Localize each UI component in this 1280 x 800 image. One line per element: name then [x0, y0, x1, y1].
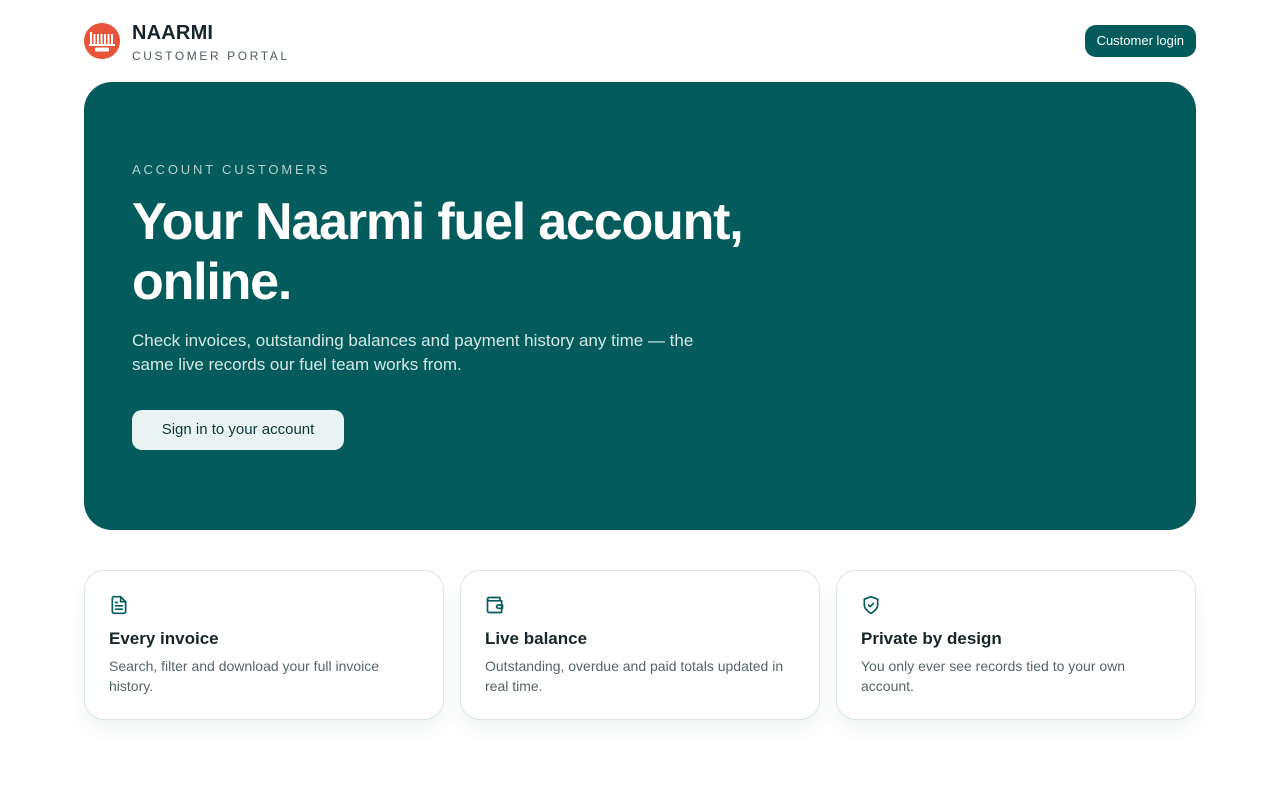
logo-graphic	[84, 23, 120, 59]
feature-description: Outstanding, overdue and paid totals upd…	[485, 658, 784, 694]
brand-subtitle: CUSTOMER PORTAL	[132, 49, 290, 63]
brand-name: NAARMI	[132, 22, 214, 44]
feature-card-privacy: Private by design You only ever see reco…	[836, 570, 1196, 720]
feature-description: Search, filter and download your full in…	[109, 658, 380, 694]
feature-cards: Every invoice Search, filter and downloa…	[84, 570, 1196, 720]
feature-card-balance: Live balance Outstanding, overdue and pa…	[460, 570, 820, 720]
feature-title: Private by design	[861, 629, 1002, 648]
site-header: NAARMI CUSTOMER PORTAL Customer login	[84, 22, 1196, 63]
hero-description: Check invoices, outstanding balances and…	[132, 331, 694, 374]
hero-eyebrow: ACCOUNT CUSTOMERS	[132, 162, 331, 177]
wallet-icon	[485, 595, 505, 615]
shield-check-icon	[861, 595, 881, 615]
hero-title: Your Naarmi fuel account, online.	[132, 193, 744, 311]
hero-panel: ACCOUNT CUSTOMERS Your Naarmi fuel accou…	[84, 82, 1196, 530]
feature-description: You only ever see records tied to your o…	[861, 658, 1126, 694]
document-icon	[109, 595, 129, 615]
feature-title: Every invoice	[109, 629, 219, 648]
customer-login-button[interactable]: Customer login	[1084, 25, 1196, 57]
feature-title: Live balance	[485, 629, 588, 648]
naarmi-logo-icon[interactable]	[84, 23, 120, 59]
sign-in-button[interactable]: Sign in to your account	[132, 410, 344, 450]
feature-card-invoice: Every invoice Search, filter and downloa…	[84, 570, 444, 720]
